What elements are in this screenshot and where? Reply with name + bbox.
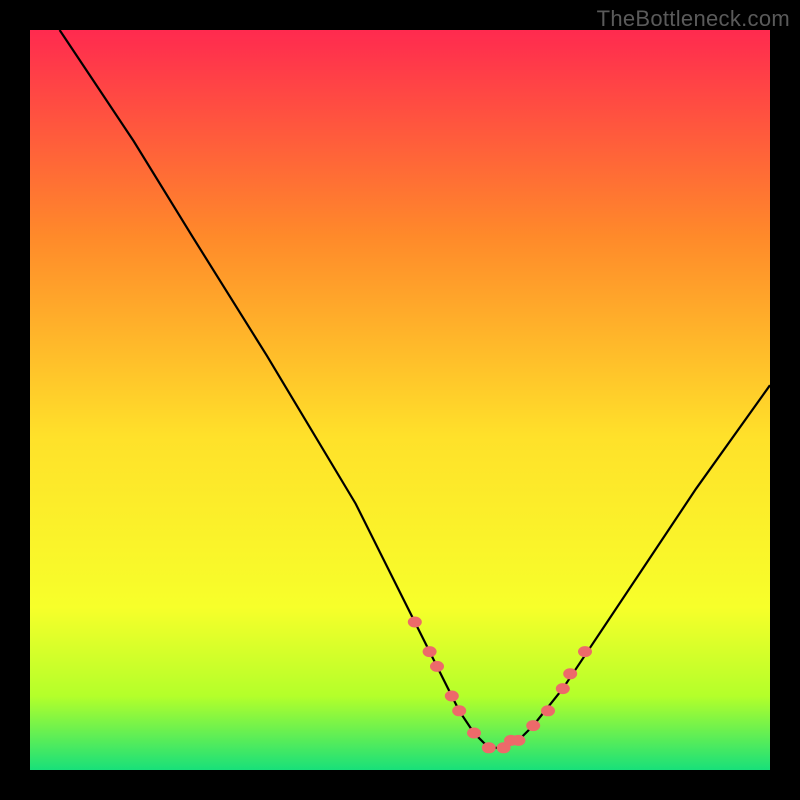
highlight-dot bbox=[541, 705, 555, 716]
highlight-dot bbox=[563, 668, 577, 679]
highlight-dot bbox=[452, 705, 466, 716]
chart-stage: TheBottleneck.com bbox=[0, 0, 800, 800]
highlight-dot bbox=[482, 742, 496, 753]
highlight-dot bbox=[511, 735, 525, 746]
highlight-dot bbox=[526, 720, 540, 731]
highlight-dot bbox=[578, 646, 592, 657]
highlight-dot bbox=[408, 617, 422, 628]
watermark-text: TheBottleneck.com bbox=[597, 6, 790, 32]
chart-background-gradient bbox=[30, 30, 770, 770]
chart-svg bbox=[30, 30, 770, 770]
highlight-dot bbox=[467, 728, 481, 739]
highlight-dot bbox=[423, 646, 437, 657]
highlight-dot bbox=[430, 661, 444, 672]
highlight-dot bbox=[445, 691, 459, 702]
highlight-dot bbox=[556, 683, 570, 694]
